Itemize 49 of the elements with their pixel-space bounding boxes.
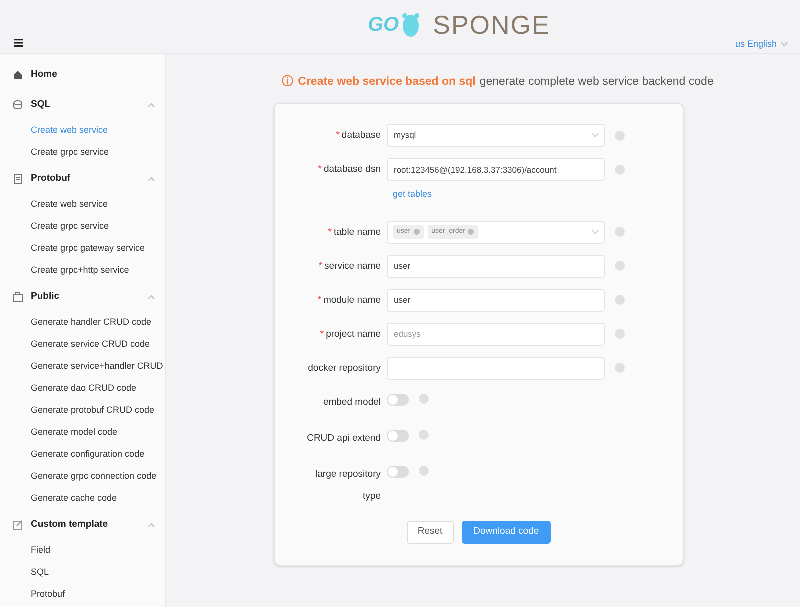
menu-item[interactable]: Generate service CRUD code (31, 338, 150, 352)
required-marker: * (318, 294, 322, 307)
info-icon: ⓘ (282, 74, 294, 92)
required-marker: * (336, 130, 340, 142)
field-label: docker repository (308, 362, 381, 375)
field-label: CRUD api extend (306, 432, 381, 446)
required-marker: * (318, 260, 322, 273)
menu-item[interactable]: Generate protobuf CRUD code (31, 404, 155, 418)
menu-item[interactable]: Generate grpc connection code (31, 470, 157, 484)
menu-item[interactable]: Generate model code (31, 426, 118, 440)
field-label: service name (324, 260, 381, 273)
menu-group[interactable]: Public (31, 290, 148, 304)
field-label: database dsn (324, 164, 381, 176)
menu-item[interactable]: Field (31, 544, 51, 558)
menu-item[interactable]: Create grpc gateway service (31, 242, 146, 256)
input-field[interactable]: edusys (387, 322, 605, 346)
menu-item[interactable]: Generate configuration code (31, 448, 145, 462)
page-subtitle: generate complete web service backend code (480, 75, 714, 90)
menu-item[interactable]: Generate handler CRUD code (31, 316, 152, 330)
menu-item[interactable]: Home (31, 68, 58, 82)
field-label: embed model (322, 396, 381, 410)
reset-button[interactable]: Reset (406, 520, 454, 544)
field-label: large repository type (314, 468, 381, 504)
field-label: table name (334, 226, 381, 239)
logo-text: SPONGE (433, 12, 550, 38)
logo-text: GO (368, 15, 400, 35)
required-marker: * (320, 328, 324, 341)
required-marker: * (328, 226, 332, 239)
menu-item[interactable]: SQL (31, 566, 50, 580)
input-field[interactable]: user (387, 254, 605, 278)
menu-item[interactable]: Protobuf (31, 588, 66, 602)
field-label: project name (326, 328, 381, 341)
menu-item[interactable]: Create grpc service (31, 146, 110, 160)
menu-item[interactable]: Create grpc service (31, 220, 110, 234)
menu-group[interactable]: Protobuf (31, 172, 148, 186)
menu-item[interactable]: Generate dao CRUD code (31, 382, 137, 396)
menu-group[interactable]: Custom template (31, 518, 148, 532)
field-label: module name (323, 294, 381, 307)
input-field[interactable]: root:123456@(192.168.3.37:3306)/account (387, 158, 605, 182)
menu-group[interactable]: SQL (31, 98, 148, 112)
menu-item[interactable]: Generate cache code (31, 492, 118, 506)
input-field[interactable]: user (387, 288, 605, 312)
menu-item[interactable]: Create web service (31, 198, 108, 212)
menu-item[interactable]: Create grpc+http service (31, 264, 130, 278)
field-label: database (342, 130, 381, 142)
page-title: Create web service based on sql (298, 75, 476, 90)
menu-item[interactable]: Generate service+handler CRUD (31, 360, 164, 374)
select-field[interactable]: mysql (387, 124, 605, 148)
required-marker: * (318, 164, 322, 176)
